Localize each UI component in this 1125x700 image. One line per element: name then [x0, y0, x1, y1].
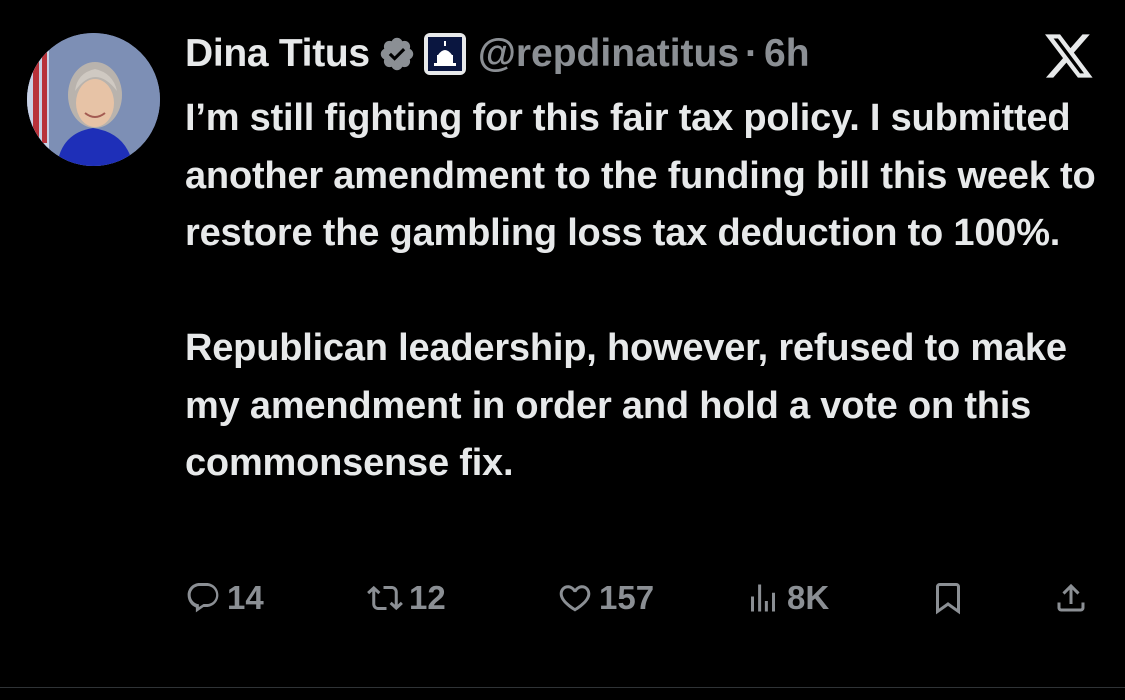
verified-badge-icon[interactable]	[378, 35, 416, 73]
avatar-photo	[27, 33, 160, 166]
repost-icon	[367, 585, 403, 611]
views-count: 8K	[787, 579, 830, 616]
author-handle[interactable]: @repdinatitus	[478, 32, 739, 76]
repost-button[interactable]: 12	[367, 575, 446, 621]
views-button[interactable]: 8K	[745, 575, 829, 621]
separator-dot: ·	[745, 32, 759, 75]
like-button[interactable]: 157	[557, 575, 654, 621]
post-time[interactable]: 6h	[764, 32, 810, 76]
views-chart-icon	[751, 584, 775, 612]
tweet-text: I’m still fighting for this fair tax pol…	[185, 90, 1100, 493]
reply-icon	[187, 583, 219, 613]
x-logo-icon[interactable]	[1043, 32, 1095, 80]
capitol-affiliation-badge-icon[interactable]	[423, 33, 466, 75]
avatar[interactable]	[27, 33, 160, 166]
reply-button[interactable]: 14	[185, 575, 264, 621]
divider	[0, 687, 1125, 688]
author-name[interactable]: Dina Titus	[185, 32, 370, 76]
share-icon	[1057, 583, 1085, 612]
tweet-header: Dina Titus @repdinatitus · 6h	[185, 28, 810, 80]
share-button[interactable]	[1053, 575, 1095, 621]
repost-count: 12	[409, 579, 446, 616]
tweet[interactable]: Dina Titus @repdinatitus · 6h I’m still …	[0, 0, 1125, 700]
tweet-paragraph: Republican leadership, however, refused …	[185, 327, 1067, 484]
action-bar: 14 12 157 8K	[185, 575, 1095, 621]
like-count: 157	[599, 579, 655, 616]
bookmark-button[interactable]	[930, 575, 972, 621]
tweet-paragraph: I’m still fighting for this fair tax pol…	[185, 97, 1096, 254]
heart-icon	[559, 585, 591, 612]
bookmark-icon	[936, 583, 960, 615]
reply-count: 14	[227, 579, 264, 616]
